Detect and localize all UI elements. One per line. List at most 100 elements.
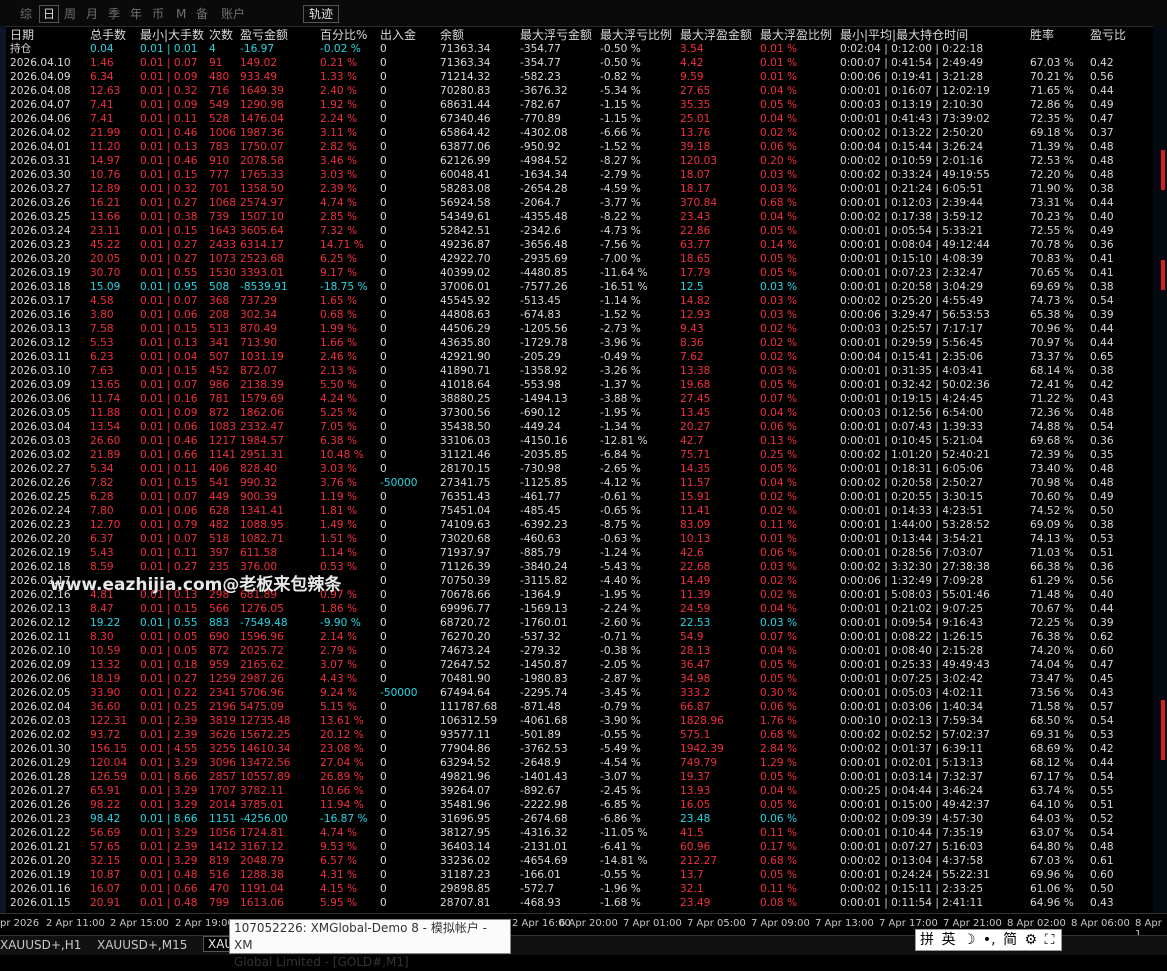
header-winrate[interactable]: 胜率 — [1030, 28, 1054, 42]
table-row[interactable]: 2026.03.03 26.60 0.01 | 0.46 1217 1984.57 6.3… — [0, 434, 1153, 448]
header-max-float-loss[interactable]: 最大浮亏金额 — [520, 28, 592, 42]
table-row[interactable]: 2026.01.21 57.65 0.01 | 2.39 1412 3167.12 9.5… — [0, 840, 1153, 854]
table-row[interactable]: 2026.04.08 12.63 0.01 | 0.32 716 1649.39 2.40… — [0, 84, 1153, 98]
table-row[interactable]: 2026.03.12 5.53 0.01 | 0.13 341 713.90 1.66 %… — [0, 336, 1153, 350]
header-balance[interactable]: 余额 — [440, 28, 464, 42]
table-row[interactable]: 2026.03.11 6.23 0.01 | 0.04 507 1031.19 2.46 … — [0, 350, 1153, 364]
table-row[interactable]: 2026.01.27 65.91 0.01 | 3.29 1707 3782.11 10.… — [0, 784, 1153, 798]
table-row[interactable]: 2026.02.03 122.31 0.01 | 2.39 3819 12735.48 1… — [0, 714, 1153, 728]
table-row[interactable]: 2026.03.13 7.58 0.01 | 0.15 513 870.49 1.99 %… — [0, 322, 1153, 336]
table-row[interactable]: 2026.03.18 15.09 0.01 | 0.95 508 -8539.91 -18… — [0, 280, 1153, 294]
period-tab-day[interactable]: 日 — [39, 5, 60, 23]
table-row[interactable]: 2026.01.28 126.59 0.01 | 8.66 2857 10557.89 2… — [0, 770, 1153, 784]
table-row[interactable]: 2026.03.31 14.97 0.01 | 0.46 910 2078.58 3.46… — [0, 154, 1153, 168]
trail-button[interactable]: 轨迹 — [303, 5, 340, 23]
table-row[interactable]: 2026.01.19 10.87 0.01 | 0.48 516 1288.38 4.31… — [0, 868, 1153, 882]
table-row[interactable]: 2026.04.07 7.41 0.01 | 0.09 549 1290.98 1.92 … — [0, 98, 1153, 112]
moon-icon[interactable]: ☽ — [963, 932, 976, 948]
table-row[interactable]: 2026.04.06 7.41 0.01 | 0.11 528 1476.04 2.24 … — [0, 112, 1153, 126]
header-max-float-profit[interactable]: 最大浮盈金额 — [680, 28, 752, 42]
tab-xauusd-h1[interactable]: XAUUSD+,H1 — [0, 938, 81, 952]
table-row[interactable]: 2026.01.23 98.42 0.01 | 8.66 1151 -4256.00 -1… — [0, 812, 1153, 826]
table-row[interactable]: 2026.02.11 8.30 0.01 | 0.05 690 1596.96 2.14 … — [0, 630, 1153, 644]
header-max-float-loss-pct[interactable]: 最大浮亏比例 — [600, 28, 672, 42]
table-row[interactable]: 2026.01.15 20.91 0.01 | 0.48 799 1613.06 5.95… — [0, 896, 1153, 910]
table-row[interactable]: 2026.02.27 5.34 0.01 | 0.11 406 828.40 3.03 %… — [0, 462, 1153, 476]
table-row[interactable]: 2026.03.23 45.22 0.01 | 0.27 2433 6314.17 14.… — [0, 238, 1153, 252]
table-row[interactable]: 2026.02.04 36.60 0.01 | 0.25 2196 5475.09 5.1… — [0, 700, 1153, 714]
table-row[interactable]: 2026.03.30 10.76 0.01 | 0.15 777 1765.33 3.03… — [0, 168, 1153, 182]
table-row[interactable]: 2026.03.05 11.88 0.01 | 0.09 872 1862.06 5.25… — [0, 406, 1153, 420]
header-cash[interactable]: 出入金 — [380, 28, 416, 42]
table-row[interactable]: 2026.02.06 18.19 0.01 | 0.27 1259 2987.26 4.4… — [0, 672, 1153, 686]
pinyin-icon[interactable]: 拼 — [920, 932, 934, 948]
cell-hold-time: 0:00:01 | 0:14:33 | 4:23:51 — [840, 505, 984, 517]
table-row[interactable]: 2026.03.04 13.54 0.01 | 0.06 1083 2332.47 7.0… — [0, 420, 1153, 434]
period-tab-summary[interactable]: 综 — [20, 6, 32, 22]
table-row[interactable]: 2026.03.19 30.70 0.01 | 0.55 1530 3393.01 9.1… — [0, 266, 1153, 280]
table-row[interactable]: 2026.04.10 1.46 0.01 | 0.07 91 149.02 0.21 % 0… — [0, 56, 1153, 70]
table-row[interactable]: 2026.01.22 56.69 0.01 | 3.29 1056 1724.81 4.7… — [0, 826, 1153, 840]
header-max-float-profit-pct[interactable]: 最大浮盈比例 — [760, 28, 832, 42]
table-row[interactable]: 2026.02.12 19.22 0.01 | 0.55 883 -7549.48 -9.… — [0, 616, 1153, 630]
table-row[interactable]: 2026.04.01 11.20 0.01 | 0.13 783 1750.07 2.82… — [0, 140, 1153, 154]
table-row[interactable]: 2026.02.10 10.59 0.01 | 0.05 872 2025.72 2.79… — [0, 644, 1153, 658]
expand-icon[interactable]: ⛶ — [1045, 932, 1055, 948]
table-row[interactable]: 2026.03.02 21.89 0.01 | 0.66 1141 2951.31 10.… — [0, 448, 1153, 462]
period-tab-month[interactable]: 月 — [86, 6, 98, 22]
header-ratio[interactable]: 盈亏比 — [1090, 28, 1126, 42]
period-tab-account[interactable]: 账户 — [221, 6, 245, 22]
header-hold-time[interactable]: 最小|平均|最大持仓时间 — [840, 28, 968, 42]
table-row[interactable]: 2026.03.09 13.65 0.01 | 0.07 986 2138.39 5.50… — [0, 378, 1153, 392]
table-row[interactable]: 2026.02.26 7.82 0.01 | 0.15 541 990.32 3.76 %… — [0, 476, 1153, 490]
table-row[interactable]: 2026.02.05 33.90 0.01 | 0.22 2341 5706.96 9.2… — [0, 686, 1153, 700]
tab-xauusd-m15[interactable]: XAUUSD+,M15 — [97, 938, 187, 952]
table-row[interactable]: 2026.02.19 5.43 0.01 | 0.11 397 611.58 1.14 %… — [0, 546, 1153, 560]
table-row[interactable]: 2026.02.20 6.37 0.01 | 0.07 518 1082.71 1.51 … — [0, 532, 1153, 546]
table-row[interactable]: 2026.03.10 7.63 0.01 | 0.15 452 872.07 2.13 %… — [0, 364, 1153, 378]
header-profit[interactable]: 盈亏金额 — [240, 28, 288, 42]
gear-icon[interactable]: ⚙ — [1025, 932, 1038, 948]
table-row[interactable]: 2026.01.29 120.04 0.01 | 3.29 3096 13472.56 2… — [0, 756, 1153, 770]
table-row[interactable]: 2026.03.26 16.21 0.01 | 0.27 1068 2574.97 4.7… — [0, 196, 1153, 210]
period-tab-quarter[interactable]: 季 — [108, 6, 120, 22]
simplified-icon[interactable]: 简 — [1003, 932, 1017, 948]
cell-profit: 1276.05 — [240, 603, 284, 615]
table-row[interactable]: 2026.02.09 13.32 0.01 | 0.18 959 2165.62 3.07… — [0, 658, 1153, 672]
table-row[interactable]: 2026.01.26 98.22 0.01 | 3.29 2014 3785.01 11.… — [0, 798, 1153, 812]
holding-row[interactable]: 持仓 0.04 0.01 | 0.01 4 -16.97 -0.02 % 0 7… — [0, 42, 1153, 56]
table-row[interactable]: 2026.01.16 16.07 0.01 | 0.66 470 1191.04 4.15… — [0, 882, 1153, 896]
table-row[interactable]: 2026.04.09 6.34 0.01 | 0.09 480 933.49 1.33 %… — [0, 70, 1153, 84]
table-row[interactable]: 2026.03.17 4.58 0.01 | 0.07 368 737.29 1.65 %… — [0, 294, 1153, 308]
header-minmax[interactable]: 最小|大手数 — [140, 28, 204, 42]
cell-hold-time: 0:00:01 | 0:07:23 | 2:32:47 — [840, 267, 984, 279]
punctuation-icon[interactable]: •, — [983, 932, 996, 948]
table-row[interactable]: 2026.03.25 13.66 0.01 | 0.38 739 1507.10 2.85… — [0, 210, 1153, 224]
time-axis-label: 8 Apr 02:00 — [1007, 918, 1066, 929]
header-count[interactable]: 次数 — [209, 28, 233, 42]
period-tab-week[interactable]: 周 — [64, 6, 76, 22]
cell-max-float-loss: -2295.74 — [520, 687, 568, 699]
table-row[interactable]: 2026.02.24 7.80 0.01 | 0.06 628 1341.41 1.81 … — [0, 504, 1153, 518]
period-tab-year[interactable]: 年 — [130, 6, 142, 22]
table-row[interactable]: 2026.03.24 23.11 0.01 | 0.15 1643 3605.64 7.3… — [0, 224, 1153, 238]
header-date[interactable]: 日期 — [10, 28, 34, 42]
header-pct[interactable]: 百分比% — [320, 28, 367, 42]
english-mode-icon[interactable]: 英 — [941, 932, 955, 948]
table-row[interactable]: 2026.02.13 8.47 0.01 | 0.15 566 1276.05 1.86 … — [0, 602, 1153, 616]
cell-max-float-profit-pct: 0.03 % — [760, 295, 798, 307]
table-row[interactable]: 2026.03.16 3.80 0.01 | 0.06 208 302.34 0.68 %… — [0, 308, 1153, 322]
table-row[interactable]: 2026.02.25 6.28 0.01 | 0.07 449 900.39 1.19 %… — [0, 490, 1153, 504]
header-lots[interactable]: 总手数 — [90, 28, 126, 42]
period-tab-note[interactable]: 备 — [196, 6, 208, 22]
table-row[interactable]: 2026.02.02 93.72 0.01 | 2.39 3626 15672.25 20… — [0, 728, 1153, 742]
table-row[interactable]: 2026.04.02 21.99 0.01 | 0.46 1006 1987.36 3.1… — [0, 126, 1153, 140]
period-tab-magic[interactable]: M — [176, 6, 186, 22]
period-tab-currency[interactable]: 币 — [152, 6, 164, 22]
table-row[interactable]: 2026.03.06 11.74 0.01 | 0.16 781 1579.69 4.24… — [0, 392, 1153, 406]
table-row[interactable]: 2026.01.30 156.15 0.01 | 4.55 3255 14610.34 2… — [0, 742, 1153, 756]
table-row[interactable]: 2026.01.20 32.15 0.01 | 3.29 819 2048.79 6.57… — [0, 854, 1153, 868]
table-row[interactable]: 2026.03.27 12.89 0.01 | 0.32 701 1358.50 2.39… — [0, 182, 1153, 196]
table-row[interactable]: 2026.02.23 12.70 0.01 | 0.79 482 1088.95 1.49… — [0, 518, 1153, 532]
table-row[interactable]: 2026.03.20 20.05 0.01 | 0.27 1073 2523.68 6.2… — [0, 252, 1153, 266]
